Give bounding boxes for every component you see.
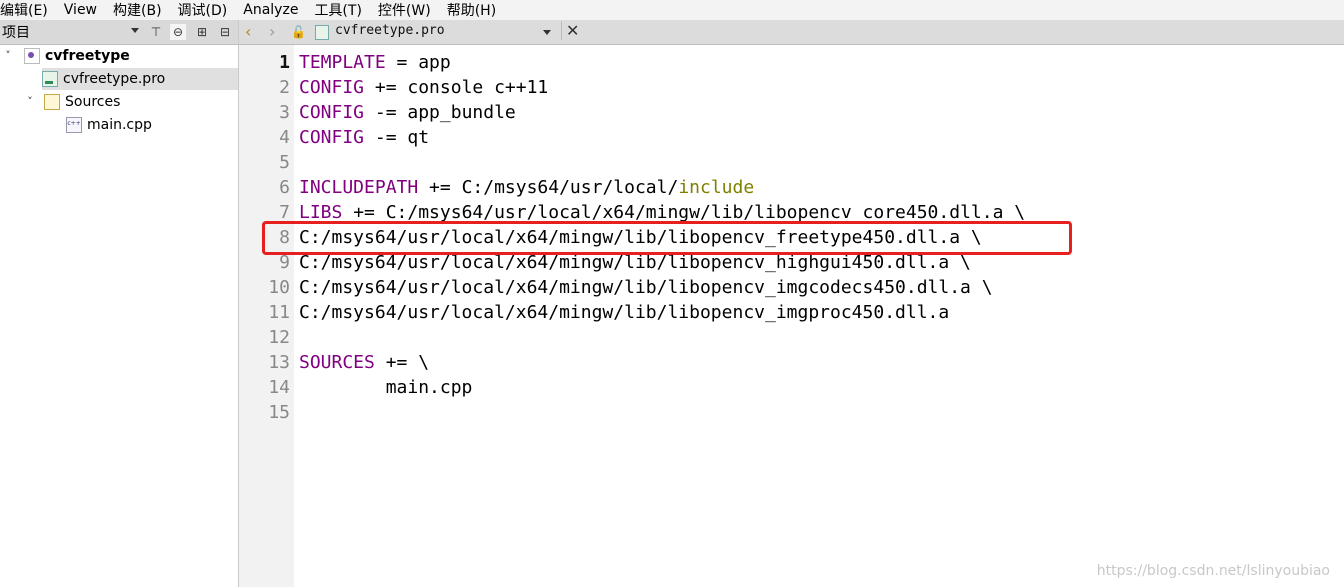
tree-item-project[interactable]: ˅ cvfreetype (2, 45, 130, 67)
project-panel-title[interactable]: 项目 (0, 22, 30, 42)
code-text: main.cpp (299, 377, 473, 398)
code-keyword: LIBS (299, 202, 343, 223)
code-text: -= app_bundle (364, 102, 516, 123)
split-icon[interactable]: ⊞ (194, 24, 210, 40)
line-number: 2 (279, 77, 290, 98)
project-panel-toolbar: 项目 ⊤ ⊖ ⊞ ⊟ (0, 20, 238, 45)
code-text: -= qt (364, 127, 430, 148)
chevron-left-icon[interactable]: ‹ (245, 22, 251, 41)
pro-file-icon (315, 25, 329, 40)
tree-item-pro-file[interactable]: cvfreetype.pro (42, 68, 238, 90)
tree-item-main-cpp[interactable]: c++ main.cpp (66, 114, 152, 136)
code-line[interactable]: main.cpp (299, 375, 473, 400)
tree-item-label: main.cpp (87, 117, 152, 133)
menu-view[interactable]: View (64, 2, 105, 18)
code-text: include (678, 177, 755, 198)
code-line[interactable]: CONFIG -= qt (299, 125, 429, 150)
line-number: 11 (268, 302, 290, 323)
tree-item-sources[interactable]: ˅ Sources (24, 91, 120, 113)
code-text: C:/msys64/usr/local/x64/mingw/lib/libope… (299, 277, 993, 298)
line-number: 5 (279, 152, 290, 173)
project-icon (24, 48, 40, 64)
chevron-right-icon[interactable]: › (269, 22, 275, 41)
menu-debug[interactable]: 调试(D) (178, 0, 236, 20)
code-keyword: CONFIG (299, 127, 365, 148)
line-number: 15 (268, 402, 290, 423)
menu-bar: 编辑(E) View 构建(B) 调试(D) Analyze 工具(T) 控件(… (0, 0, 1344, 20)
line-number: 4 (279, 127, 290, 148)
close-icon[interactable]: ✕ (561, 21, 579, 40)
line-number: 6 (279, 177, 290, 198)
code-keyword: INCLUDEPATH (299, 177, 419, 198)
tree-item-label: cvfreetype (45, 48, 130, 64)
code-keyword: CONFIG (299, 102, 365, 123)
code-keyword: SOURCES (299, 352, 375, 373)
code-text: += console c++11 (364, 77, 549, 98)
watermark: https://blog.csdn.net/lslinyoubiao (1096, 563, 1330, 579)
menu-edit[interactable]: 编辑(E) (0, 0, 56, 20)
code-text: = app (385, 52, 451, 73)
filter-icon[interactable]: ⊤ (148, 24, 164, 40)
editor-tab-filename[interactable]: cvfreetype.pro (335, 23, 445, 38)
code-text: C:/msys64/usr/local/x64/mingw/lib/libope… (299, 252, 971, 273)
menu-build[interactable]: 构建(B) (113, 0, 170, 20)
menu-analyze[interactable]: Analyze (243, 2, 306, 18)
link-icon[interactable]: ⊖ (170, 24, 186, 40)
project-panel: 项目 ⊤ ⊖ ⊞ ⊟ ˅ cvfreetype cvfreetype.pro ˅… (0, 20, 239, 587)
folder-icon (44, 94, 60, 110)
code-line[interactable]: C:/msys64/usr/local/x64/mingw/lib/libope… (299, 275, 993, 300)
chevron-down-icon[interactable]: ˅ (24, 91, 36, 113)
code-line[interactable]: CONFIG -= app_bundle (299, 100, 516, 125)
chevron-down-icon[interactable] (131, 28, 139, 33)
menu-tools[interactable]: 工具(T) (314, 0, 369, 20)
menu-help[interactable]: 帮助(H) (447, 0, 504, 20)
editor-tab-bar: ‹ › 🔓 cvfreetype.pro ✕ (239, 20, 1344, 45)
tree-item-label: Sources (65, 94, 121, 110)
line-number: 1 (279, 52, 290, 73)
menu-controls[interactable]: 控件(W) (378, 0, 439, 20)
code-line[interactable]: INCLUDEPATH += C:/msys64/usr/local/inclu… (299, 175, 754, 200)
code-keyword: CONFIG (299, 77, 365, 98)
code-line[interactable]: TEMPLATE = app (299, 50, 451, 75)
chevron-down-icon[interactable] (543, 30, 551, 35)
cpp-file-icon: c++ (66, 117, 82, 133)
line-number: 12 (268, 327, 290, 348)
pro-file-icon (42, 71, 58, 87)
code-text: += C:/msys64/usr/local/ (418, 177, 679, 198)
code-line[interactable]: SOURCES += \ (299, 350, 429, 375)
code-line[interactable]: CONFIG += console c++11 (299, 75, 548, 100)
code-keyword: TEMPLATE (299, 52, 386, 73)
line-number: 10 (268, 277, 290, 298)
code-line[interactable]: C:/msys64/usr/local/x64/mingw/lib/libope… (299, 300, 949, 325)
code-text: C:/msys64/usr/local/x64/mingw/lib/libope… (299, 302, 950, 323)
line-number: 14 (268, 377, 290, 398)
code-text: += C:/msys64/usr/local/x64/mingw/lib/lib… (342, 202, 1026, 223)
highlight-box (262, 221, 1072, 255)
chevron-down-icon[interactable]: ˅ (2, 45, 14, 67)
line-number: 13 (268, 352, 290, 373)
code-text: += \ (374, 352, 430, 373)
collapse-icon[interactable]: ⊟ (217, 24, 233, 40)
lock-icon[interactable]: 🔓 (291, 25, 306, 39)
tree-item-label: cvfreetype.pro (63, 71, 166, 87)
line-number: 3 (279, 102, 290, 123)
